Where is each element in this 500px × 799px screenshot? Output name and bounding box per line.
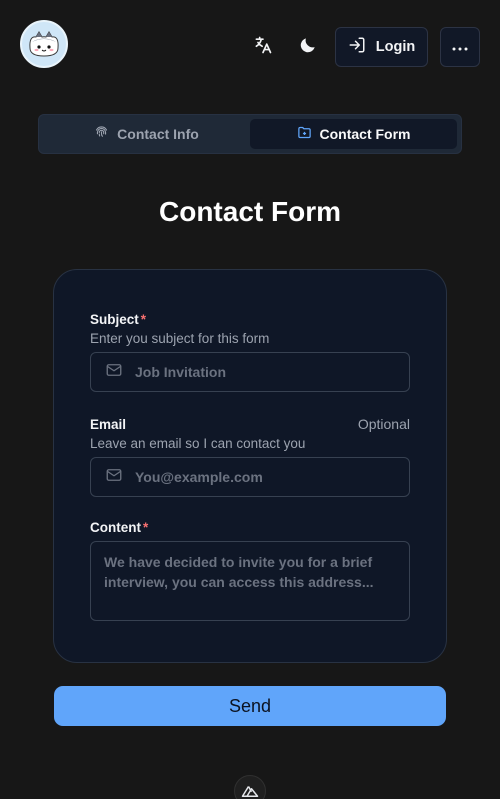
content-label: Content *: [90, 520, 149, 535]
subject-input-wrapper: [90, 352, 410, 392]
login-label: Login: [375, 39, 416, 55]
subject-label: Subject *: [90, 312, 147, 327]
avatar[interactable]: [20, 20, 68, 68]
theme-toggle-button[interactable]: [289, 28, 327, 66]
translate-icon: [253, 35, 273, 60]
tab-list: Contact Info Contact Form: [38, 114, 462, 154]
page-title: Contact Form: [159, 196, 341, 227]
email-input-wrapper: [90, 457, 410, 497]
send-button[interactable]: Send: [54, 686, 446, 726]
tab-contact-info[interactable]: Contact Info: [43, 119, 250, 149]
email-field: Email Optional Leave an email so I can c…: [90, 416, 410, 497]
tab-contact-form[interactable]: Contact Form: [250, 119, 457, 149]
tab-label: Contact Form: [319, 126, 411, 142]
email-input[interactable]: [135, 469, 385, 485]
required-mark: *: [143, 520, 149, 535]
login-icon: [348, 36, 366, 58]
subject-hint: Enter you subject for this form: [90, 331, 270, 346]
login-button[interactable]: Login: [335, 27, 428, 67]
content-textarea[interactable]: [104, 552, 398, 610]
moon-icon: [298, 35, 318, 60]
contact-form-card: Subject * Enter you subject for this form…: [53, 269, 447, 663]
translate-button[interactable]: [244, 28, 282, 66]
more-menu-button[interactable]: [440, 27, 480, 67]
subject-field: Subject * Enter you subject for this form: [90, 312, 410, 392]
ellipsis-icon: [452, 38, 468, 56]
content-textarea-wrapper: [90, 541, 410, 621]
mail-icon: [105, 361, 123, 384]
content-field: Content *: [90, 520, 410, 621]
top-bar: Login: [0, 0, 500, 90]
fingerprint-icon: [94, 125, 109, 143]
optional-tag: Optional: [357, 416, 410, 432]
footer-logo[interactable]: [234, 775, 266, 799]
nuxt-logo-icon: [241, 784, 259, 799]
email-hint: Leave an email so I can contact you: [90, 436, 306, 451]
email-label: Email: [90, 417, 127, 432]
mail-icon: [105, 466, 123, 489]
required-mark: *: [140, 312, 147, 327]
folder-icon: [297, 125, 312, 143]
subject-input[interactable]: [135, 364, 385, 380]
tab-label: Contact Info: [117, 126, 199, 142]
